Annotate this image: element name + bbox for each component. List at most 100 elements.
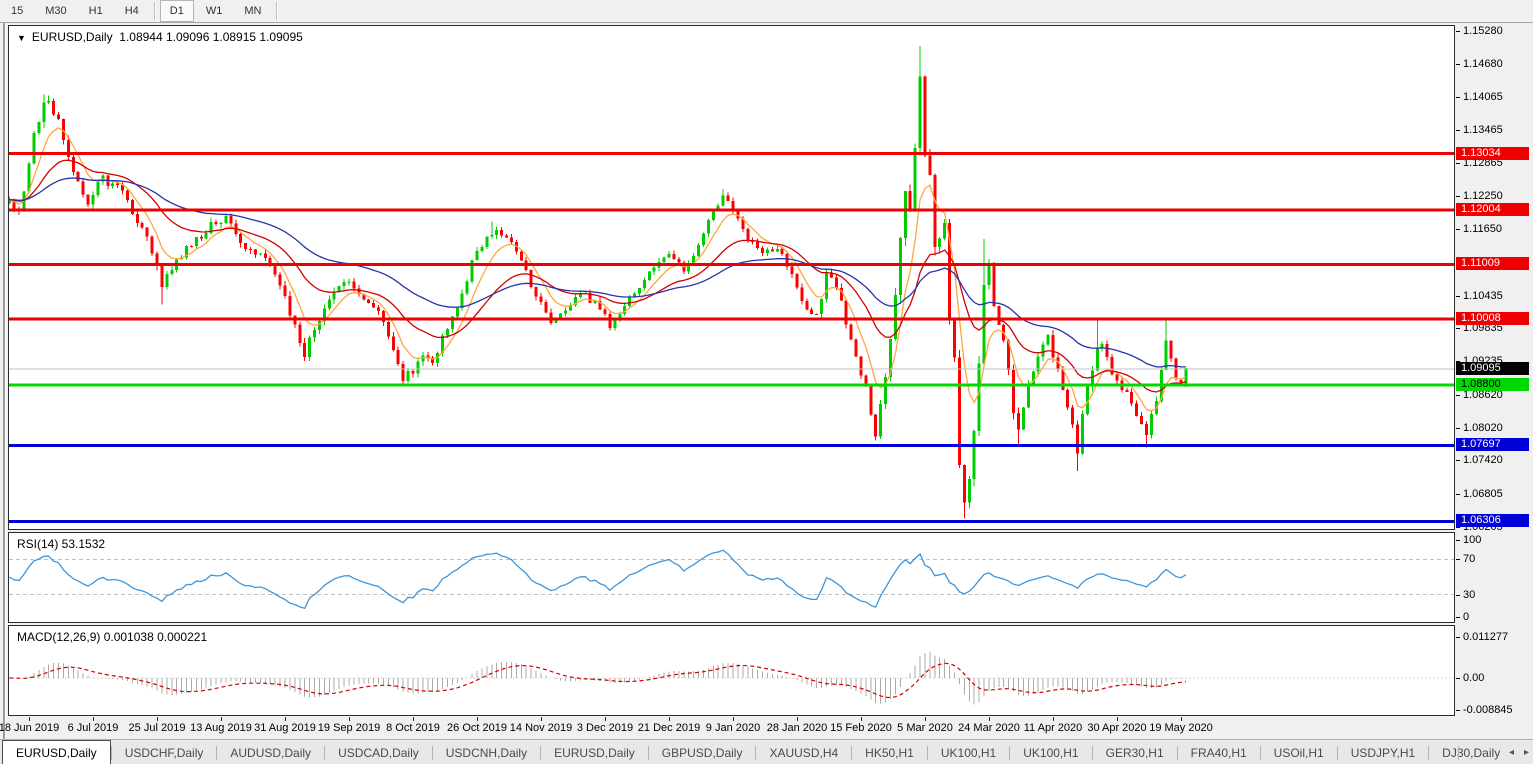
tab-scroll-arrows: ◂ ▸ <box>1457 740 1529 764</box>
chart-title: ▼ EURUSD,Daily 1.08944 1.09096 1.08915 1.… <box>17 30 303 44</box>
level-price-label: 1.13034 <box>1456 146 1529 160</box>
timeframe-button-15[interactable]: 15 <box>1 0 33 22</box>
date-tick-mark <box>605 717 606 721</box>
date-tick-mark <box>349 717 350 721</box>
symbol-tab-usdcad-daily[interactable]: USDCAD,Daily <box>325 740 432 764</box>
symbol-tab-uk100-h1[interactable]: UK100,H1 <box>1010 740 1091 764</box>
symbol-tab-ger30-h1[interactable]: GER30,H1 <box>1093 740 1177 764</box>
date-tick-mark <box>1117 717 1118 721</box>
symbol-tab-hk50-h1[interactable]: HK50,H1 <box>852 740 927 764</box>
tab-arrows-separator <box>1457 745 1459 760</box>
tab-scroll-right-icon[interactable]: ▸ <box>1524 747 1529 758</box>
rsi-tick-mark <box>1456 617 1460 618</box>
date-tick-mark <box>477 717 478 721</box>
date-tick-mark <box>93 717 94 721</box>
price-tick-mark <box>1456 196 1460 198</box>
level-price-label: 1.08800 <box>1456 378 1529 391</box>
macd-tick-mark <box>1456 678 1460 679</box>
rsi-tick-label: 0 <box>1463 611 1470 623</box>
symbol-tab-audusd-daily[interactable]: AUDUSD,Daily <box>217 740 324 764</box>
date-tick-mark <box>1053 717 1054 721</box>
date-tick-label: 31 Aug 2019 <box>254 722 316 734</box>
date-tick-label: 25 Jul 2019 <box>128 722 186 734</box>
rsi-indicator-panel[interactable]: RSI(14) 53.1532 <box>8 532 1455 623</box>
timeframe-button-h1[interactable]: H1 <box>79 0 113 22</box>
rsi-tick-label: 100 <box>1463 534 1482 546</box>
price-tick-mark <box>1456 130 1460 132</box>
date-tick-label: 15 Feb 2020 <box>830 722 892 734</box>
symbol-tab-xauusd-h4[interactable]: XAUUSD,H4 <box>756 740 851 764</box>
price-tick-mark <box>1456 97 1460 99</box>
macd-indicator-panel[interactable]: MACD(12,26,9) 0.001038 0.000221 <box>8 625 1455 716</box>
ma-slow-line <box>9 177 1186 368</box>
date-tick-label: 21 Dec 2019 <box>637 722 701 734</box>
date-tick-label: 6 Jul 2019 <box>67 722 119 734</box>
timeframe-button-w1[interactable]: W1 <box>196 0 233 22</box>
price-tick-mark <box>1456 427 1460 429</box>
chart-tab-bar: EURUSD,Daily USDCHF,Daily AUDUSD,Daily USDC… <box>0 739 1533 764</box>
symbol-tab-usoil-h1[interactable]: USOil,H1 <box>1261 740 1337 764</box>
macd-label: MACD(12,26,9) 0.001038 0.000221 <box>17 630 208 644</box>
date-tick-label: 8 Oct 2019 <box>386 722 440 734</box>
date-tick-label: 9 Jan 2020 <box>705 722 761 734</box>
level-price-label: 1.07697 <box>1456 438 1529 452</box>
date-tick-label: 13 Aug 2019 <box>190 722 252 734</box>
rsi-tick-mark <box>1456 594 1460 596</box>
symbol-tab-usdjpy-h1[interactable]: USDJPY,H1 <box>1338 740 1428 764</box>
timeframe-button-m30[interactable]: M30 <box>35 0 76 22</box>
price-tick-label: 1.06805 <box>1463 488 1503 501</box>
mt4-terminal: 15 M30 H1 H4 D1 W1 MN ▼ EURUSD,Daily 1.08944 1.… <box>0 0 1533 764</box>
symbol-tab-uk100-h1[interactable]: UK100,H1 <box>928 740 1009 764</box>
timeframe-button-h4[interactable]: H4 <box>115 0 149 22</box>
date-tick-label: 3 Dec 2019 <box>576 722 634 734</box>
macd-tick-label: 0.00 <box>1463 672 1485 684</box>
price-tick-mark <box>1456 394 1460 396</box>
date-tick-mark <box>733 717 734 721</box>
macd-tick-mark <box>1456 636 1460 638</box>
symbol-tab-usdcnh-daily[interactable]: USDCNH,Daily <box>433 740 540 764</box>
symbol-tab-gbpusd-daily[interactable]: GBPUSD,Daily <box>649 740 756 764</box>
symbol-tab-eurusd-daily[interactable]: EURUSD,Daily <box>2 740 111 764</box>
symbol-tab-fra40-h1[interactable]: FRA40,H1 <box>1178 740 1260 764</box>
chart-symbol-label: EURUSD,Daily <box>31 30 113 44</box>
date-tick-label: 30 Apr 2020 <box>1087 722 1147 734</box>
tab-scroll-left-icon[interactable]: ◂ <box>1509 747 1514 758</box>
toolbar-separator <box>276 2 278 20</box>
timeframe-button-d1[interactable]: D1 <box>159 0 194 22</box>
chart-ohlc-values: 1.08944 1.09096 1.08915 1.09095 <box>119 30 303 44</box>
date-tick-mark <box>669 717 670 721</box>
main-price-chart[interactable]: ▼ EURUSD,Daily 1.08944 1.09096 1.08915 1.… <box>8 25 1455 530</box>
symbol-tab-usdchf-daily[interactable]: USDCHF,Daily <box>112 740 217 764</box>
date-tick-label: 19 Sep 2019 <box>317 722 381 734</box>
collapse-arrow-icon[interactable]: ▼ <box>17 33 26 43</box>
date-tick-mark <box>797 717 798 721</box>
price-axis[interactable]: 1.15280 1.14680 1.14065 1.13465 1.12865 1.122… <box>1455 23 1533 718</box>
price-tick-label: 1.15280 <box>1463 24 1503 37</box>
date-tick-label: 26 Oct 2019 <box>447 722 507 734</box>
price-tick-label: 1.07420 <box>1463 454 1503 467</box>
timeframe-button-mn[interactable]: MN <box>234 0 271 22</box>
toolbar-separator <box>153 2 155 20</box>
macd-tick-mark <box>1456 710 1460 711</box>
symbol-tab-eurusd-daily[interactable]: EURUSD,Daily <box>541 740 648 764</box>
price-tick-mark <box>1456 460 1460 462</box>
rsi-tick-mark <box>1456 540 1460 541</box>
date-tick-label: 24 Mar 2020 <box>958 722 1020 734</box>
rsi-label: RSI(14) 53.1532 <box>17 537 106 551</box>
price-tick-mark <box>1456 494 1460 496</box>
date-tick-mark <box>1181 717 1182 721</box>
date-axis[interactable]: 18 Jun 2019 6 Jul 2019 25 Jul 2019 13 Aug 2… <box>0 717 1455 738</box>
level-price-label: 1.12004 <box>1456 202 1529 216</box>
date-tick-mark <box>29 717 30 721</box>
date-tick-label: 11 Apr 2020 <box>1023 722 1083 734</box>
rsi-tick-mark <box>1456 559 1460 561</box>
date-tick-mark <box>285 717 286 721</box>
date-tick-label: 5 Mar 2020 <box>897 722 953 734</box>
date-tick-mark <box>541 717 542 721</box>
macd-tick-label: -0.008845 <box>1463 704 1513 716</box>
date-tick-mark <box>157 717 158 721</box>
price-tick-mark <box>1456 30 1460 32</box>
window-edge <box>3 23 5 764</box>
date-tick-label: 18 Jun 2019 <box>0 722 60 734</box>
date-tick-mark <box>925 717 926 721</box>
